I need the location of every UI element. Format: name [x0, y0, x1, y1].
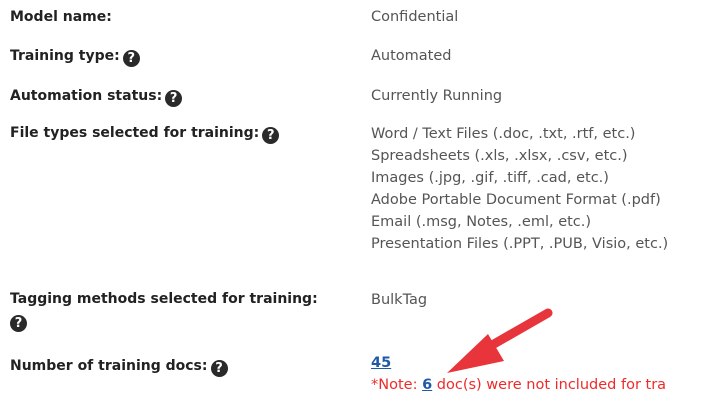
file-types-list: Word / Text Files (.doc, .txt, .rtf, etc…	[371, 123, 668, 255]
question-circle-icon[interactable]: ?	[10, 315, 27, 332]
file-type-item: Email (.msg, Notes, .eml, etc.)	[371, 214, 592, 230]
training-docs-label: Number of training docs:?	[10, 355, 228, 377]
training-docs-value: 45	[371, 352, 391, 374]
file-type-item: Spreadsheets (.xls, .xlsx, .csv, etc.)	[371, 148, 628, 164]
excluded-docs-count-link[interactable]: 6	[422, 377, 432, 393]
model-name-label: Model name:	[10, 9, 112, 25]
question-circle-icon[interactable]: ?	[122, 50, 140, 67]
tagging-methods-value: BulkTag	[371, 292, 428, 308]
model-name-value: Confidential	[371, 9, 459, 25]
excluded-docs-note: *Note: 6 doc(s) were not included for tr…	[371, 377, 667, 393]
file-types-label: File types selected for training:?	[10, 122, 280, 144]
training-type-value: Automated	[371, 48, 452, 64]
question-circle-icon[interactable]: ?	[165, 90, 183, 107]
automation-status-label: Automation status:?	[10, 85, 183, 107]
automation-status-value: Currently Running	[371, 88, 503, 104]
question-circle-icon[interactable]: ?	[262, 127, 280, 144]
file-type-item: Word / Text Files (.doc, .txt, .rtf, etc…	[371, 126, 636, 142]
arrow-shaft	[475, 308, 553, 357]
training-docs-count-link[interactable]: 45	[371, 355, 391, 371]
file-type-item: Adobe Portable Document Format (.pdf)	[371, 192, 661, 208]
tagging-methods-label: Tagging methods selected for training: ?	[10, 291, 318, 332]
question-circle-icon[interactable]: ?	[210, 360, 228, 377]
file-type-item: Images (.jpg, .gif, .tiff, .cad, etc.)	[371, 170, 609, 186]
file-type-item: Presentation Files (.PPT, .PUB, Visio, e…	[371, 236, 669, 252]
training-type-label: Training type:?	[10, 45, 140, 67]
arrow-head	[447, 334, 504, 373]
